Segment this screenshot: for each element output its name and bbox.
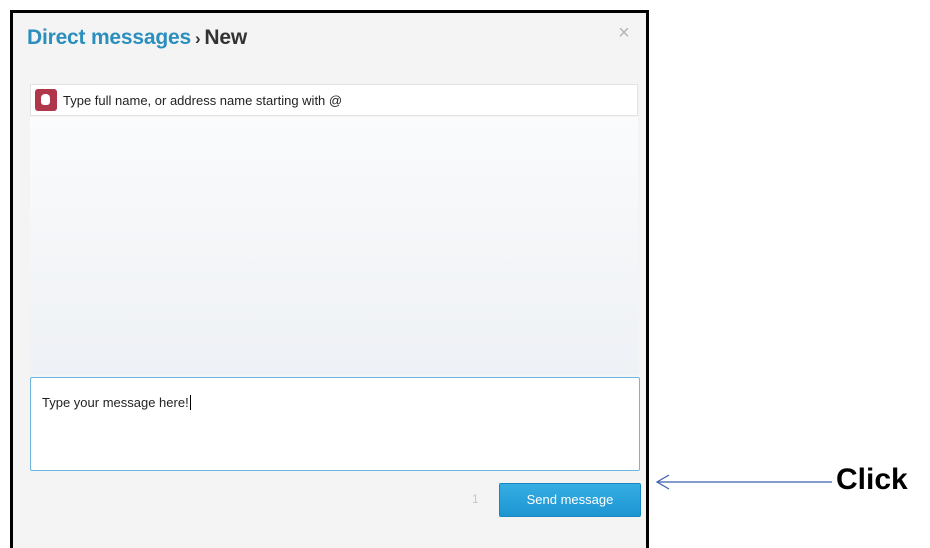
recipient-input[interactable]	[63, 92, 623, 108]
message-text: Type your message here!	[42, 395, 189, 410]
annotation-click-label: Click	[836, 463, 908, 496]
direct-message-dialog: Direct messages›New × Type your message …	[10, 10, 649, 548]
text-caret	[189, 395, 191, 410]
annotation-arrow-icon	[655, 474, 832, 490]
message-thread-area	[30, 117, 638, 375]
breadcrumb-direct-messages[interactable]: Direct messages	[27, 26, 191, 49]
recipient-field[interactable]	[30, 84, 638, 116]
breadcrumb-current: New	[204, 26, 247, 49]
dialog-title: Direct messages › New	[27, 25, 247, 52]
message-textarea[interactable]: Type your message here!	[30, 377, 640, 471]
send-message-button[interactable]: Send message	[499, 483, 641, 517]
avatar-icon	[35, 89, 57, 111]
close-icon[interactable]: ×	[616, 23, 632, 43]
char-count-indicator: 1	[472, 492, 479, 506]
breadcrumb-separator: ›	[194, 29, 201, 48]
